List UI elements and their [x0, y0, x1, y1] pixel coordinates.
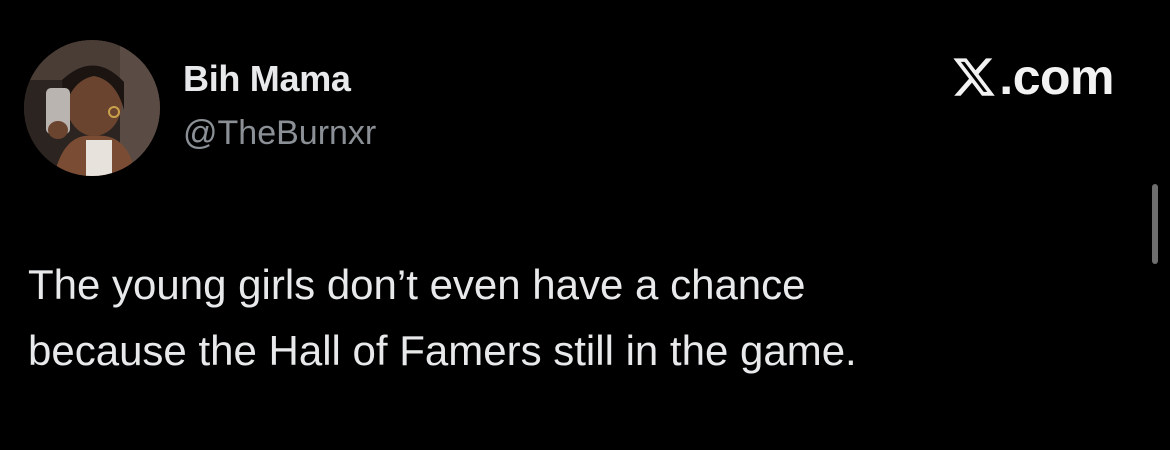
avatar[interactable] — [24, 40, 160, 176]
x-logo-icon — [953, 58, 996, 96]
tweet-line: The young girls don’t even have a chance — [28, 261, 806, 308]
site-badge: .com — [951, 52, 1114, 102]
tweet-text: The young girls don’t even have a chance… — [28, 252, 1088, 384]
tweet-line: because the Hall of Famers still in the … — [28, 327, 857, 374]
avatar-image-icon — [24, 40, 160, 176]
author-handle[interactable]: @TheBurnxr — [183, 114, 376, 153]
tweet-card: Bih Mama @TheBurnxr .com The young girls… — [0, 0, 1170, 450]
author-display-name[interactable]: Bih Mama — [183, 58, 351, 100]
site-domain-label: .com — [999, 49, 1114, 105]
scrollbar[interactable] — [1152, 184, 1158, 264]
